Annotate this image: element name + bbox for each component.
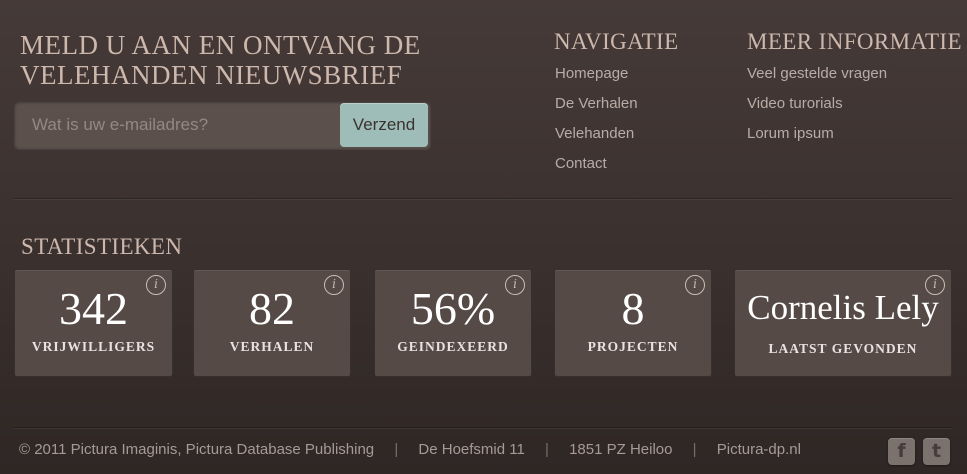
footer-website[interactable]: Pictura-dp.nl [717, 441, 801, 458]
navigation-list: Homepage De Verhalen Velehanden Contact [555, 64, 638, 184]
footer: © 2011 Pictura Imaginis, Pictura Databas… [19, 440, 801, 462]
info-icon[interactable]: i [505, 275, 525, 295]
send-button[interactable]: Verzend [340, 103, 428, 147]
footer-separator: | [545, 440, 549, 458]
footer-city: 1851 PZ Heiloo [569, 440, 673, 458]
info-icon[interactable]: i [324, 275, 344, 295]
info-item-faq: Veel gestelde vragen [747, 64, 887, 94]
nav-link-velehanden[interactable]: Velehanden [555, 125, 634, 142]
info-item-video-tutorials: Video turorials [747, 94, 887, 124]
info-icon[interactable]: i [925, 275, 945, 295]
info-icon[interactable]: i [685, 275, 705, 295]
stat-card-stories: 82 VERHALEN i [193, 269, 351, 377]
nav-item-velehanden: Velehanden [555, 124, 638, 154]
stat-card-last-found: Cornelis Lely LAATST GEVONDEN i [734, 269, 952, 377]
nav-item-de-verhalen: De Verhalen [555, 94, 638, 124]
info-link-video-tutorials[interactable]: Video turorials [747, 95, 843, 112]
info-item-lorum-ipsum: Lorum ipsum [747, 124, 887, 154]
statistics-heading: STATISTIEKEN [21, 234, 183, 259]
section-divider [14, 198, 952, 199]
footer-address: De Hoefsmid 11 [418, 440, 525, 458]
footer-separator: | [394, 440, 399, 458]
email-input[interactable] [14, 101, 340, 149]
stat-label: GEINDEXEERD [397, 339, 509, 354]
stat-card-volunteers: 342 VRIJWILLIGERS i [14, 269, 173, 377]
nav-link-de-verhalen[interactable]: De Verhalen [555, 95, 638, 112]
more-info-heading: MEER INFORMATIE [747, 29, 962, 54]
stat-value: Cornelis Lely [747, 288, 939, 327]
navigation-heading: NAVIGATIE [554, 29, 679, 54]
more-info-list: Veel gestelde vragen Video turorials Lor… [747, 64, 887, 154]
nav-item-contact: Contact [555, 154, 638, 184]
stat-label: LAATST GEVONDEN [768, 341, 918, 356]
footer-copyright: © 2011 Pictura Imaginis, Pictura Databas… [19, 440, 375, 458]
footer-divider [14, 427, 952, 428]
nav-link-contact[interactable]: Contact [555, 155, 607, 172]
stat-label: VERHALEN [229, 339, 315, 354]
info-link-faq[interactable]: Veel gestelde vragen [747, 65, 887, 82]
nav-item-homepage: Homepage [555, 64, 638, 94]
footer-separator: | [692, 440, 697, 458]
stat-card-indexed: 56% GEINDEXEERD i [374, 269, 532, 377]
stat-label: PROJECTEN [587, 339, 679, 354]
info-icon[interactable]: i [146, 275, 166, 295]
stat-card-projects: 8 PROJECTEN i [554, 269, 712, 377]
newsletter-title: MELD U AAN EN ONTVANG DE VELEHANDEN NIEU… [20, 30, 421, 90]
newsletter-form: Verzend [14, 101, 431, 149]
nav-link-homepage[interactable]: Homepage [555, 65, 628, 82]
stat-label: VRIJWILLIGERS [31, 339, 156, 354]
twitter-icon[interactable]: t [923, 438, 950, 465]
facebook-icon[interactable]: f [888, 438, 915, 465]
info-link-lorum-ipsum[interactable]: Lorum ipsum [747, 125, 834, 142]
